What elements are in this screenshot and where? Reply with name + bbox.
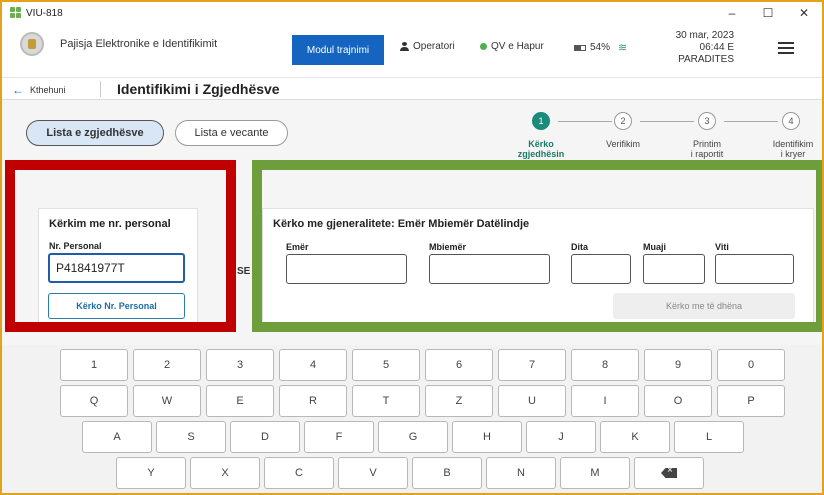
key[interactable]: I	[571, 385, 639, 417]
key[interactable]: K	[600, 421, 670, 453]
key[interactable]: X	[190, 457, 260, 489]
app-window: VIU-818 – ☐ ✕ Pajisja Elektronike e Iden…	[0, 0, 824, 495]
step-3-circle: 3	[698, 112, 716, 130]
key[interactable]: C	[264, 457, 334, 489]
app-name: Pajisja Elektronike e Identifikimit	[60, 38, 218, 50]
battery-icon	[574, 44, 586, 51]
key[interactable]: T	[352, 385, 420, 417]
key[interactable]: 9	[644, 349, 712, 381]
step-3-label-line1: Printim	[692, 139, 721, 149]
step-2-label-line1: Verifikim	[605, 139, 640, 149]
battery-level: 54%	[590, 42, 611, 53]
operator-indicator[interactable]: Operatori	[400, 41, 455, 52]
time-text: 06:44 E PARADITES	[678, 42, 734, 65]
maximize-button[interactable]: ☐	[750, 2, 786, 24]
key[interactable]: L	[674, 421, 744, 453]
key[interactable]: D	[230, 421, 300, 453]
key[interactable]: R	[279, 385, 347, 417]
step-connector	[558, 121, 612, 122]
key[interactable]: 3	[206, 349, 274, 381]
key[interactable]: O	[644, 385, 712, 417]
key[interactable]: 0	[717, 349, 785, 381]
app-header: Pajisja Elektronike e Identifikimit Modu…	[2, 24, 822, 78]
key[interactable]: 2	[133, 349, 201, 381]
step-connector	[724, 121, 778, 122]
key[interactable]: J	[526, 421, 596, 453]
navigation-bar: ← Kthehuni Identifikimi i Zgjedhësve	[2, 78, 822, 100]
back-button[interactable]: ← Kthehuni	[12, 83, 66, 97]
key[interactable]: Z	[425, 385, 493, 417]
key[interactable]: H	[452, 421, 522, 453]
progress-stepper: 1 2 3 4 Kërko zgjedhësin Verifikim Print…	[502, 112, 822, 162]
key[interactable]: 4	[279, 349, 347, 381]
step-4-label: Identifikim i kryer	[758, 139, 822, 159]
window-title: VIU-818	[26, 7, 63, 19]
key[interactable]: E	[206, 385, 274, 417]
status-dot-icon	[480, 43, 487, 50]
step-4-circle: 4	[782, 112, 800, 130]
backspace-key[interactable]	[634, 457, 704, 489]
back-label: Kthehuni	[30, 85, 66, 95]
key[interactable]: W	[133, 385, 201, 417]
divider	[100, 81, 101, 97]
or-separator-fragment: SE	[237, 266, 251, 277]
date-text: 30 mar, 2023	[675, 30, 734, 41]
key[interactable]: P	[717, 385, 785, 417]
key[interactable]: N	[486, 457, 556, 489]
key[interactable]: Q	[60, 385, 128, 417]
step-4-label-line2: i kryer	[780, 149, 806, 159]
key[interactable]: G	[378, 421, 448, 453]
backspace-icon	[661, 468, 677, 478]
tab-voters-list[interactable]: Lista e zgjedhësve	[26, 120, 164, 146]
key[interactable]: 1	[60, 349, 128, 381]
emblem-logo	[20, 32, 44, 56]
key[interactable]: F	[304, 421, 374, 453]
training-mode-button[interactable]: Modul trajnimi	[292, 35, 384, 65]
wifi-icon: ≋	[618, 42, 628, 54]
operator-label: Operatori	[413, 41, 455, 52]
page-title: Identifikimi i Zgjedhësve	[117, 81, 280, 97]
hamburger-menu-icon[interactable]	[778, 42, 794, 54]
key[interactable]: A	[82, 421, 152, 453]
key[interactable]: 8	[571, 349, 639, 381]
step-connector	[640, 121, 694, 122]
key[interactable]: B	[412, 457, 482, 489]
step-3-label: Printim i raportit	[672, 139, 742, 159]
step-2-circle: 2	[614, 112, 632, 130]
step-1-label-line1: Kërko	[528, 139, 554, 149]
status-label: QV e Hapur	[491, 41, 544, 52]
key[interactable]: M	[560, 457, 630, 489]
window-titlebar: VIU-818 – ☐ ✕	[2, 2, 822, 24]
person-icon	[400, 42, 409, 51]
step-2-label: Verifikim	[588, 139, 658, 149]
battery-status: 54% ≋	[574, 41, 627, 54]
step-3-label-line2: i raportit	[690, 149, 724, 159]
key[interactable]: Y	[116, 457, 186, 489]
highlight-personal-search	[5, 160, 236, 332]
app-grid-icon	[10, 7, 22, 19]
date-time: 30 mar, 2023 06:44 E PARADITES	[642, 30, 734, 66]
polling-station-status: QV e Hapur	[480, 41, 544, 52]
key[interactable]: 7	[498, 349, 566, 381]
close-button[interactable]: ✕	[786, 2, 822, 24]
on-screen-keyboard: 1 2 3 4 5 6 7 8 9 0 Q W E R T Z U I O P …	[2, 345, 822, 493]
highlight-general-search	[252, 160, 822, 332]
arrow-left-icon: ←	[12, 83, 24, 97]
key[interactable]: 5	[352, 349, 420, 381]
step-1-circle: 1	[532, 112, 550, 130]
step-1-label: Kërko zgjedhësin	[506, 139, 576, 159]
step-1-label-line2: zgjedhësin	[517, 149, 565, 159]
tab-special-list[interactable]: Lista e vecante	[175, 120, 288, 146]
minimize-button[interactable]: –	[714, 2, 750, 24]
key[interactable]: 6	[425, 349, 493, 381]
key[interactable]: U	[498, 385, 566, 417]
key[interactable]: V	[338, 457, 408, 489]
step-4-label-line1: Identifikim	[772, 139, 814, 149]
key[interactable]: S	[156, 421, 226, 453]
